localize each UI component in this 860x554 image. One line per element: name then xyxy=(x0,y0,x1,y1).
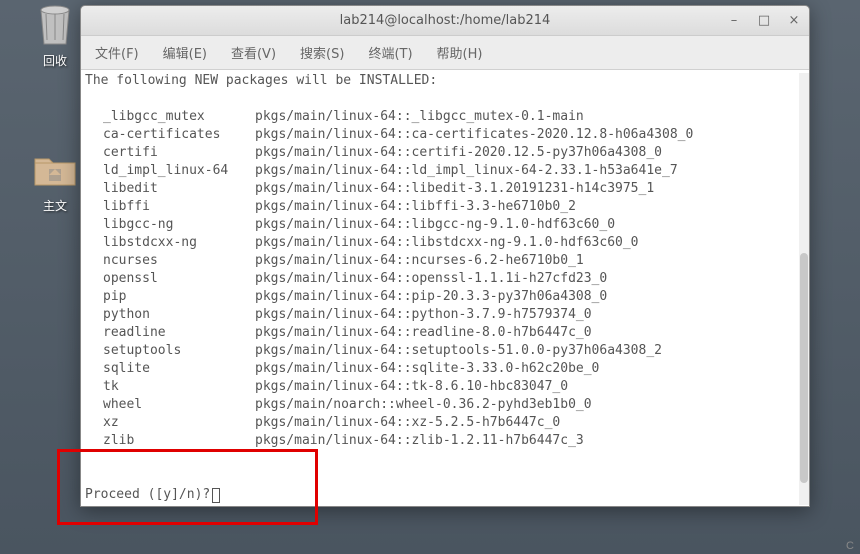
package-source: pkgs/main/linux-64::setuptools-51.0.0-py… xyxy=(255,342,805,360)
package-row: setuptoolspkgs/main/linux-64::setuptools… xyxy=(85,342,805,360)
menu-search[interactable]: 搜索(S) xyxy=(294,40,350,65)
package-name: _libgcc_mutex xyxy=(85,108,255,126)
close-button[interactable]: × xyxy=(784,11,804,31)
package-source: pkgs/main/linux-64::libstdcxx-ng-9.1.0-h… xyxy=(255,234,805,252)
window-controls: – □ × xyxy=(724,11,804,31)
package-name: libgcc-ng xyxy=(85,216,255,234)
package-source: pkgs/main/linux-64::libffi-3.3-he6710b0_… xyxy=(255,198,805,216)
status-indicator: C xyxy=(846,540,854,552)
menu-file[interactable]: 文件(F) xyxy=(89,40,145,65)
package-name: sqlite xyxy=(85,360,255,378)
package-source: pkgs/main/linux-64::libgcc-ng-9.1.0-hdf6… xyxy=(255,216,805,234)
trash-icon xyxy=(31,0,79,48)
package-row: readlinepkgs/main/linux-64::readline-8.0… xyxy=(85,324,805,342)
menu-view[interactable]: 查看(V) xyxy=(225,40,282,65)
cursor xyxy=(212,488,220,503)
package-name: setuptools xyxy=(85,342,255,360)
package-name: certifi xyxy=(85,144,255,162)
desktop-home-label: 主文 xyxy=(43,197,67,214)
package-list: _libgcc_mutexpkgs/main/linux-64::_libgcc… xyxy=(85,108,805,450)
package-name: libffi xyxy=(85,198,255,216)
menubar: 文件(F) 编辑(E) 查看(V) 搜索(S) 终端(T) 帮助(H) xyxy=(81,36,809,70)
menu-terminal[interactable]: 终端(T) xyxy=(362,40,418,65)
package-row: zlibpkgs/main/linux-64::zlib-1.2.11-h7b6… xyxy=(85,432,805,450)
package-row: xzpkgs/main/linux-64::xz-5.2.5-h7b6447c_… xyxy=(85,414,805,432)
package-row: certifipkgs/main/linux-64::certifi-2020.… xyxy=(85,144,805,162)
titlebar[interactable]: lab214@localhost:/home/lab214 – □ × xyxy=(81,6,809,36)
prompt-text: Proceed ([y]/n)? xyxy=(85,486,210,504)
package-name: libstdcxx-ng xyxy=(85,234,255,252)
package-row: libgcc-ngpkgs/main/linux-64::libgcc-ng-9… xyxy=(85,216,805,234)
package-source: pkgs/main/linux-64::_libgcc_mutex-0.1-ma… xyxy=(255,108,805,126)
package-row: ca-certificatespkgs/main/linux-64::ca-ce… xyxy=(85,126,805,144)
window-title: lab214@localhost:/home/lab214 xyxy=(340,13,551,28)
package-source: pkgs/main/linux-64::pip-20.3.3-py37h06a4… xyxy=(255,288,805,306)
package-row: tkpkgs/main/linux-64::tk-8.6.10-hbc83047… xyxy=(85,378,805,396)
package-row: opensslpkgs/main/linux-64::openssl-1.1.1… xyxy=(85,270,805,288)
package-source: pkgs/main/linux-64::tk-8.6.10-hbc83047_0 xyxy=(255,378,805,396)
package-source: pkgs/main/linux-64::openssl-1.1.1i-h27cf… xyxy=(255,270,805,288)
minimize-button[interactable]: – xyxy=(724,11,744,31)
package-source: pkgs/main/linux-64::xz-5.2.5-h7b6447c_0 xyxy=(255,414,805,432)
package-name: openssl xyxy=(85,270,255,288)
package-row: ncursespkgs/main/linux-64::ncurses-6.2-h… xyxy=(85,252,805,270)
package-source: pkgs/main/linux-64::python-3.7.9-h757937… xyxy=(255,306,805,324)
folder-icon xyxy=(31,145,79,193)
package-name: xz xyxy=(85,414,255,432)
package-row: pippkgs/main/linux-64::pip-20.3.3-py37h0… xyxy=(85,288,805,306)
scrollbar-thumb[interactable] xyxy=(800,253,808,483)
menu-help[interactable]: 帮助(H) xyxy=(431,40,489,65)
package-source: pkgs/main/linux-64::ld_impl_linux-64-2.3… xyxy=(255,162,805,180)
package-name: tk xyxy=(85,378,255,396)
package-row: libstdcxx-ngpkgs/main/linux-64::libstdcx… xyxy=(85,234,805,252)
package-row: wheelpkgs/main/noarch::wheel-0.36.2-pyhd… xyxy=(85,396,805,414)
package-source: pkgs/main/noarch::wheel-0.36.2-pyhd3eb1b… xyxy=(255,396,805,414)
package-name: python xyxy=(85,306,255,324)
package-name: ca-certificates xyxy=(85,126,255,144)
package-row: libeditpkgs/main/linux-64::libedit-3.1.2… xyxy=(85,180,805,198)
package-name: pip xyxy=(85,288,255,306)
package-source: pkgs/main/linux-64::libedit-3.1.20191231… xyxy=(255,180,805,198)
package-row: sqlitepkgs/main/linux-64::sqlite-3.33.0-… xyxy=(85,360,805,378)
package-name: ncurses xyxy=(85,252,255,270)
package-name: wheel xyxy=(85,396,255,414)
package-source: pkgs/main/linux-64::ncurses-6.2-he6710b0… xyxy=(255,252,805,270)
terminal-content[interactable]: The following NEW packages will be INSTA… xyxy=(81,70,809,506)
terminal-window: lab214@localhost:/home/lab214 – □ × 文件(F… xyxy=(80,5,810,507)
package-row: libffipkgs/main/linux-64::libffi-3.3-he6… xyxy=(85,198,805,216)
package-source: pkgs/main/linux-64::ca-certificates-2020… xyxy=(255,126,805,144)
package-name: libedit xyxy=(85,180,255,198)
desktop-trash-label: 回收 xyxy=(43,52,67,69)
package-source: pkgs/main/linux-64::sqlite-3.33.0-h62c20… xyxy=(255,360,805,378)
menu-edit[interactable]: 编辑(E) xyxy=(157,40,213,65)
package-name: ld_impl_linux-64 xyxy=(85,162,255,180)
package-source: pkgs/main/linux-64::readline-8.0-h7b6447… xyxy=(255,324,805,342)
install-header: The following NEW packages will be INSTA… xyxy=(85,72,805,90)
package-row: _libgcc_mutexpkgs/main/linux-64::_libgcc… xyxy=(85,108,805,126)
package-source: pkgs/main/linux-64::certifi-2020.12.5-py… xyxy=(255,144,805,162)
maximize-button[interactable]: □ xyxy=(754,11,774,31)
package-source: pkgs/main/linux-64::zlib-1.2.11-h7b6447c… xyxy=(255,432,805,450)
package-row: ld_impl_linux-64pkgs/main/linux-64::ld_i… xyxy=(85,162,805,180)
package-name: readline xyxy=(85,324,255,342)
package-name: zlib xyxy=(85,432,255,450)
scrollbar[interactable] xyxy=(799,73,809,505)
package-row: pythonpkgs/main/linux-64::python-3.7.9-h… xyxy=(85,306,805,324)
prompt-line: Proceed ([y]/n)? xyxy=(85,486,805,504)
